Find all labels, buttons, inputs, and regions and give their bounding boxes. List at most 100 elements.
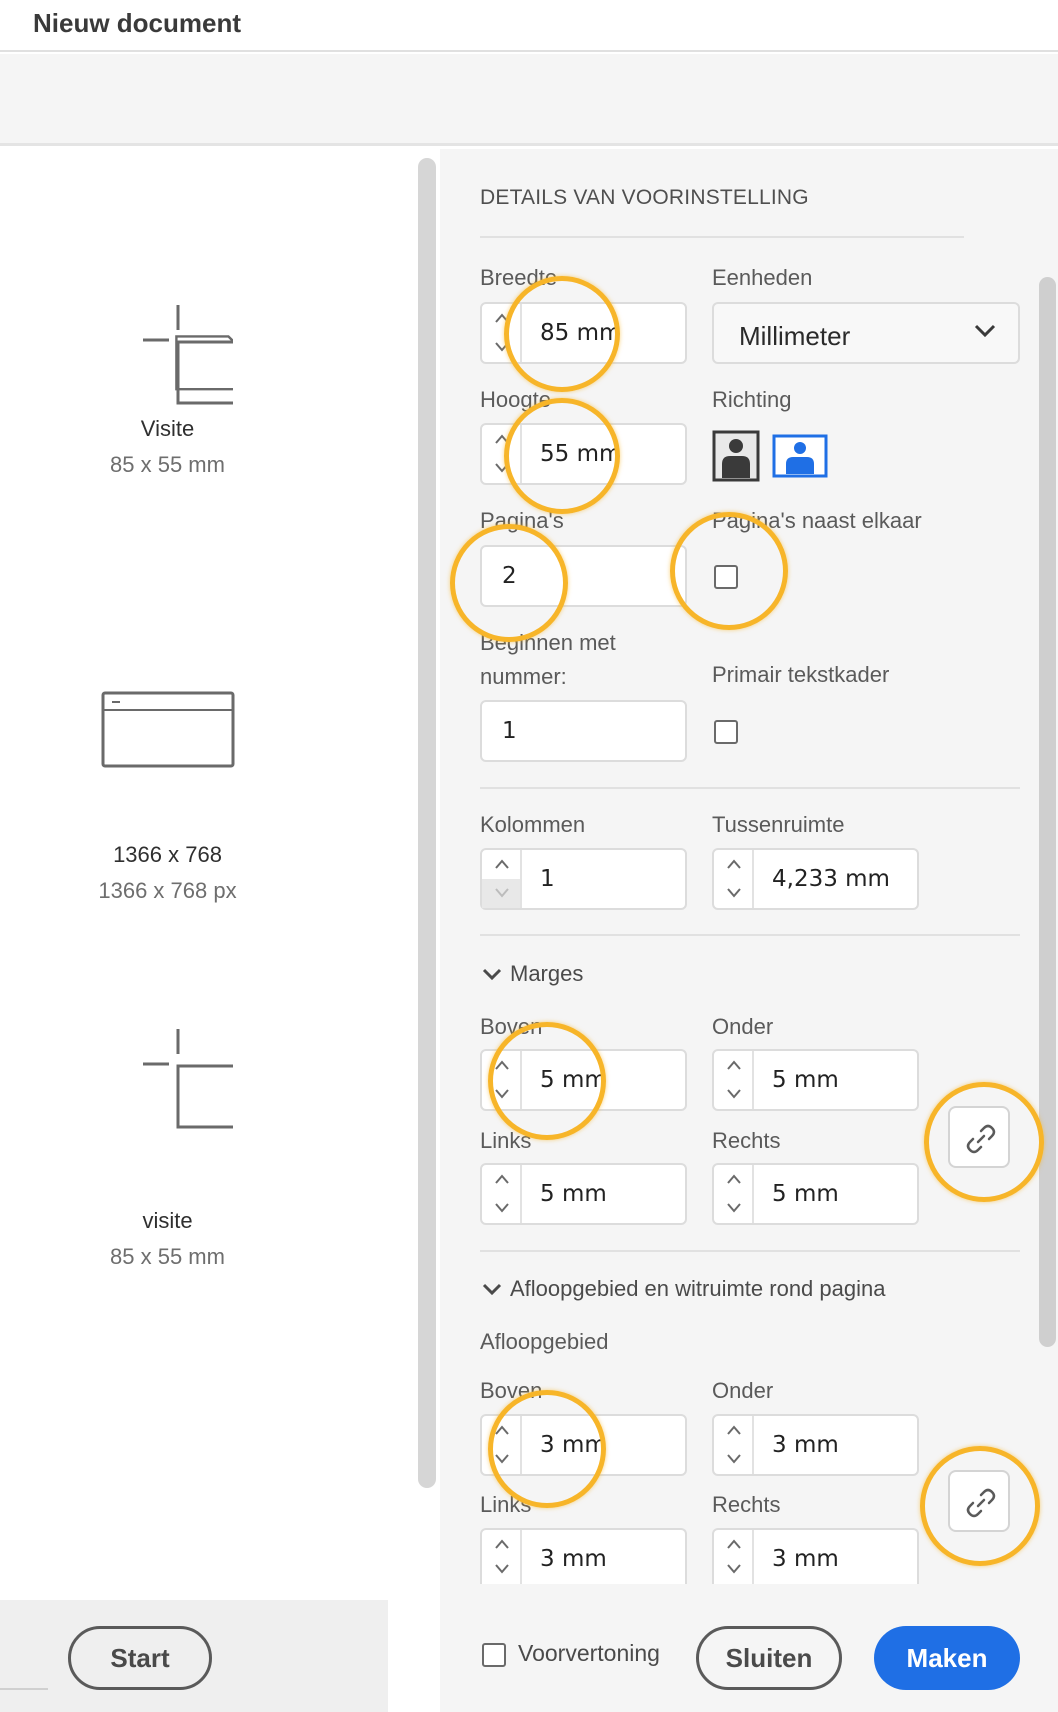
preset-name: visite	[142, 1208, 193, 1233]
bleed-top-field[interactable]: 3 mm	[480, 1414, 687, 1476]
gutter-value[interactable]: 4,233 mm	[772, 866, 890, 892]
stepper-up[interactable]	[482, 1165, 520, 1194]
margin-left-field[interactable]: 5 mm	[480, 1163, 687, 1225]
columns-value[interactable]: 1	[540, 866, 555, 892]
stepper-up[interactable]	[714, 1165, 752, 1194]
stepper-up[interactable]	[482, 304, 520, 333]
chevron-up-icon	[495, 1539, 509, 1549]
stepper-up[interactable]	[482, 850, 520, 879]
document-icon	[142, 1029, 233, 1129]
stepper-up[interactable]	[482, 1051, 520, 1080]
margin-right-stepper[interactable]	[714, 1165, 754, 1223]
stepper-down[interactable]	[714, 1445, 752, 1474]
stepper-down[interactable]	[482, 1445, 520, 1474]
margin-top-value[interactable]: 5 mm	[540, 1067, 607, 1093]
bleed-toggle[interactable]: Afloopgebied en witruimte rond pagina	[482, 1276, 885, 1302]
chevron-up-icon	[727, 859, 741, 869]
preset-list-scrollbar[interactable]	[418, 158, 436, 1488]
margin-bottom-label: Onder	[712, 1014, 774, 1039]
units-dropdown[interactable]: Millimeter	[712, 302, 1020, 364]
primary-text-frame-checkbox[interactable]	[714, 720, 738, 744]
bleed-bottom-value[interactable]: 3 mm	[772, 1432, 839, 1458]
margin-bottom-stepper[interactable]	[714, 1051, 754, 1109]
height-value[interactable]: 55 mm	[540, 441, 621, 467]
portrait-orientation-icon[interactable]	[712, 430, 760, 482]
stepper-up[interactable]	[482, 1416, 520, 1445]
details-scrollbar[interactable]	[1039, 277, 1056, 1347]
margin-left-value[interactable]: 5 mm	[540, 1181, 607, 1207]
preview-option[interactable]: Voorvertoning	[482, 1640, 660, 1667]
bleed-bottom-stepper[interactable]	[714, 1416, 754, 1474]
height-label: Hoogte	[480, 387, 551, 412]
margin-top-field[interactable]: 5 mm	[480, 1049, 687, 1111]
margins-link-button[interactable]	[948, 1106, 1010, 1168]
stepper-up[interactable]	[714, 1416, 752, 1445]
columns-field[interactable]: 1	[480, 848, 687, 910]
stepper-down[interactable]	[482, 1555, 520, 1584]
width-field[interactable]: 85 mm	[480, 302, 687, 364]
stepper-down[interactable]	[714, 1194, 752, 1223]
bleed-top-value[interactable]: 3 mm	[540, 1432, 607, 1458]
start-number-value[interactable]: 1	[502, 718, 517, 744]
pages-value[interactable]: 2	[502, 563, 517, 589]
width-value[interactable]: 85 mm	[540, 320, 621, 346]
stepper-down[interactable]	[714, 1555, 752, 1584]
height-stepper[interactable]	[482, 425, 522, 483]
chevron-down-icon	[495, 1089, 509, 1099]
start-button[interactable]: Start	[68, 1626, 212, 1690]
link-icon	[966, 1124, 996, 1154]
height-field[interactable]: 55 mm	[480, 423, 687, 485]
landscape-orientation-icon[interactable]	[772, 430, 828, 482]
stepper-down[interactable]	[482, 333, 520, 362]
preview-checkbox[interactable]	[482, 1642, 506, 1667]
pages-field[interactable]: 2	[480, 545, 687, 607]
start-number-field[interactable]: 1	[480, 700, 687, 762]
width-stepper[interactable]	[482, 304, 522, 362]
facing-pages-checkbox[interactable]	[714, 565, 738, 589]
stepper-down[interactable]	[482, 1194, 520, 1223]
preset-item[interactable]: Visite 85 x 55 mm	[60, 300, 275, 478]
bleed-link-button[interactable]	[948, 1470, 1010, 1532]
chevron-down-icon	[495, 1454, 509, 1464]
chevron-up-icon	[727, 1174, 741, 1184]
preset-item[interactable]: 1366 x 768 1366 x 768 px	[60, 690, 275, 904]
stepper-down[interactable]	[482, 454, 520, 483]
columns-stepper[interactable]	[482, 850, 522, 908]
stepper-up[interactable]	[482, 425, 520, 454]
stepper-up[interactable]	[714, 850, 752, 879]
link-icon	[966, 1488, 996, 1518]
create-button[interactable]: Maken	[874, 1626, 1020, 1690]
gutter-field[interactable]: 4,233 mm	[712, 848, 919, 910]
bleed-right-field[interactable]: 3 mm	[712, 1528, 919, 1584]
bleed-right-value[interactable]: 3 mm	[772, 1546, 839, 1572]
bleed-left-field[interactable]: 3 mm	[480, 1528, 687, 1584]
bleed-left-value[interactable]: 3 mm	[540, 1546, 607, 1572]
margin-right-field[interactable]: 5 mm	[712, 1163, 919, 1225]
margins-toggle[interactable]: Marges	[482, 961, 583, 987]
chevron-down-icon	[727, 1454, 741, 1464]
stepper-down[interactable]	[482, 879, 520, 908]
chevron-up-icon	[727, 1060, 741, 1070]
bleed-top-stepper[interactable]	[482, 1416, 522, 1474]
stepper-up[interactable]	[714, 1051, 752, 1080]
bleed-right-stepper[interactable]	[714, 1530, 754, 1584]
chevron-down-icon	[495, 888, 509, 898]
stepper-down[interactable]	[482, 1080, 520, 1109]
margin-top-stepper[interactable]	[482, 1051, 522, 1109]
divider	[480, 787, 1020, 789]
chevron-up-icon	[495, 313, 509, 323]
stepper-down[interactable]	[714, 879, 752, 908]
gutter-stepper[interactable]	[714, 850, 754, 908]
margin-bottom-value[interactable]: 5 mm	[772, 1067, 839, 1093]
bleed-bottom-field[interactable]: 3 mm	[712, 1414, 919, 1476]
stepper-down[interactable]	[714, 1080, 752, 1109]
chevron-down-icon	[495, 463, 509, 473]
chevron-down-icon	[727, 1089, 741, 1099]
preset-item[interactable]: visite 85 x 55 mm	[60, 1024, 275, 1270]
margin-bottom-field[interactable]: 5 mm	[712, 1049, 919, 1111]
close-button[interactable]: Sluiten	[696, 1626, 842, 1690]
document-icon	[142, 305, 233, 405]
margin-left-stepper[interactable]	[482, 1165, 522, 1223]
bleed-left-stepper[interactable]	[482, 1530, 522, 1584]
margin-right-value[interactable]: 5 mm	[772, 1181, 839, 1207]
